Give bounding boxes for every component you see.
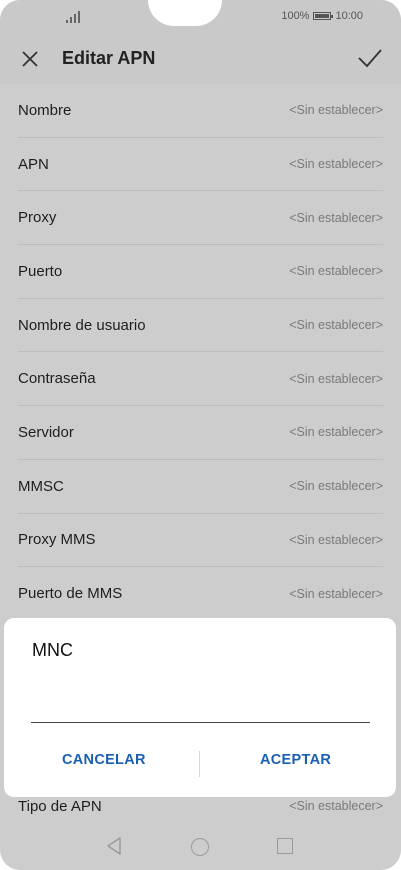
setting-row-proxy[interactable]: Proxy <Sin establecer> [18, 191, 383, 246]
close-icon[interactable] [20, 49, 40, 69]
camera-notch [148, 0, 222, 26]
setting-row-puerto-de-mms[interactable]: Puerto de MMS <Sin establecer> [18, 567, 383, 621]
dialog-title: MNC [32, 640, 73, 660]
battery-percentage: 100% [281, 10, 310, 22]
setting-label: Tipo de APN [18, 797, 102, 815]
setting-label: Proxy [18, 209, 57, 227]
clock: 10:00 [335, 10, 363, 22]
button-divider [199, 751, 200, 777]
setting-label: MMSC [18, 477, 64, 495]
setting-row-puerto[interactable]: Puerto <Sin establecer> [18, 245, 383, 299]
mnc-input[interactable] [31, 676, 370, 723]
phone-screen: 100% 10:00 Editar APN Nombre <Sin establ… [0, 0, 401, 870]
setting-value: <Sin establecer> [289, 264, 383, 279]
cancel-button[interactable]: CANCELAR [52, 746, 156, 774]
home-icon[interactable] [191, 838, 209, 856]
signal-icon [66, 9, 84, 23]
back-icon[interactable] [105, 836, 123, 856]
recent-apps-icon[interactable] [277, 838, 293, 854]
accept-button[interactable]: ACEPTAR [250, 746, 341, 774]
check-icon[interactable] [357, 46, 383, 70]
status-bar: 100% 10:00 [0, 0, 401, 34]
setting-row-tipo-de-apn[interactable]: Tipo de APN <Sin establecer> [18, 797, 383, 815]
setting-value: <Sin establecer> [289, 586, 383, 601]
setting-row-nombre[interactable]: Nombre <Sin establecer> [18, 84, 383, 138]
page-title: Editar APN [62, 48, 156, 68]
setting-value: <Sin establecer> [289, 371, 383, 386]
setting-label: Proxy MMS [18, 531, 96, 549]
setting-label: Nombre [18, 101, 72, 119]
setting-row-apn[interactable]: APN <Sin establecer> [18, 138, 383, 192]
setting-label: Puerto de MMS [18, 585, 123, 603]
setting-row-proxy-mms[interactable]: Proxy MMS <Sin establecer> [18, 514, 383, 568]
setting-label: Contraseña [18, 370, 96, 388]
setting-value: <Sin establecer> [289, 103, 383, 118]
setting-value: <Sin establecer> [289, 479, 383, 494]
setting-row-contrasena[interactable]: Contraseña <Sin establecer> [18, 352, 383, 407]
setting-value: <Sin establecer> [289, 532, 383, 547]
mnc-dialog: MNC CANCELAR ACEPTAR [4, 618, 396, 797]
setting-value: <Sin establecer> [289, 425, 383, 440]
setting-row-mmsc[interactable]: MMSC <Sin establecer> [18, 460, 383, 514]
setting-label: Servidor [18, 423, 74, 441]
setting-label: Nombre de usuario [18, 316, 146, 334]
battery-icon [313, 12, 334, 20]
setting-label: Puerto [18, 262, 63, 280]
apn-settings-list: Nombre <Sin establecer> APN <Sin estable… [18, 84, 383, 621]
setting-label: APN [18, 155, 49, 173]
setting-row-servidor[interactable]: Servidor <Sin establecer> [18, 406, 383, 460]
setting-value: <Sin establecer> [289, 799, 383, 813]
app-bar: Editar APN [0, 34, 401, 84]
navigation-bar [0, 826, 401, 870]
setting-value: <Sin establecer> [289, 157, 383, 172]
status-indicators: 100% 10:00 [281, 10, 363, 22]
setting-value: <Sin establecer> [289, 210, 383, 225]
setting-row-nombre-de-usuario[interactable]: Nombre de usuario <Sin establecer> [18, 299, 383, 353]
setting-value: <Sin establecer> [289, 318, 383, 333]
